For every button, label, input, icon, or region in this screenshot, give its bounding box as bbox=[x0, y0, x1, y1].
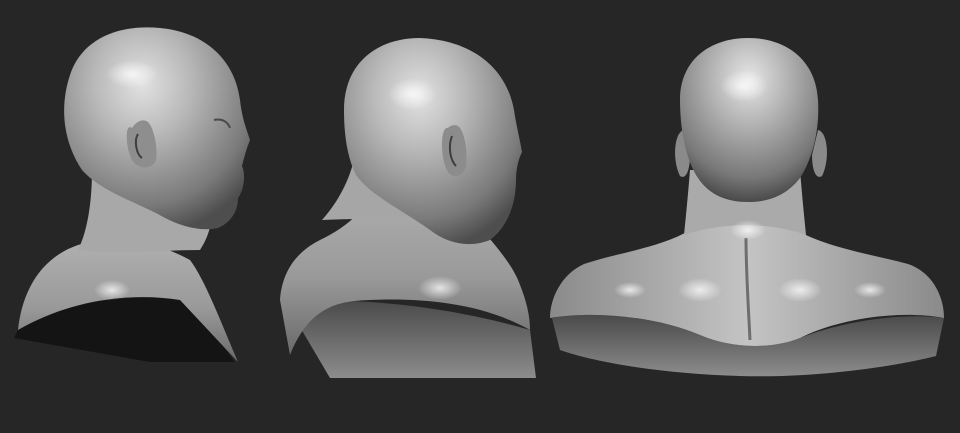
back-view bbox=[550, 38, 944, 377]
back-head bbox=[680, 38, 819, 202]
three-quarter-back-view bbox=[280, 38, 536, 378]
sculpt-viewport[interactable] bbox=[0, 0, 960, 433]
side-view bbox=[14, 27, 250, 362]
sculpt-render bbox=[14, 27, 944, 378]
